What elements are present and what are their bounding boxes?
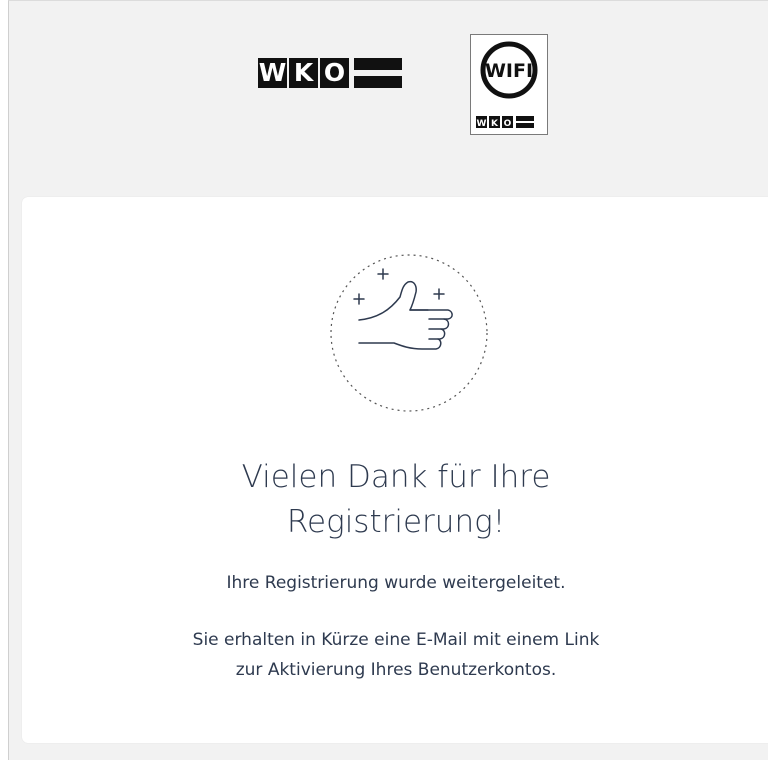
forwarded-message: Ihre Registrierung wurde weitergeleitet. <box>226 573 566 593</box>
wifi-sub-o: O <box>504 119 512 129</box>
thumbs-up-icon <box>328 252 490 414</box>
activation-info-line-2: zur Aktivierung Ihres Benutzerkontos. <box>235 660 557 680</box>
activation-info-line-1: Sie erhalten in Kürze eine E-Mail mit ei… <box>192 630 600 650</box>
title-line-2: Registrierung! <box>286 504 506 540</box>
wko-logo: W K O <box>258 55 402 91</box>
wko-letter-o: O <box>320 58 349 88</box>
wko-bars <box>354 58 402 88</box>
page-frame: W K O WIFI W K O Vielen Dank für Ihre Re… <box>8 0 768 760</box>
title-line-1: Vielen Dank für Ihre <box>241 459 551 495</box>
wifi-logo: WIFI W K O <box>470 34 548 135</box>
wifi-badge-text: WIFI <box>485 60 533 82</box>
confirmation-card: Vielen Dank für Ihre Registrierung! Ihre… <box>22 197 768 743</box>
wifi-sub-k: K <box>491 119 499 129</box>
activation-info: Sie erhalten in Kürze eine E-Mail mit ei… <box>22 625 768 685</box>
wko-letter-k: K <box>289 58 318 88</box>
page-title: Vielen Dank für Ihre Registrierung! <box>22 455 768 545</box>
wko-letter-w: W <box>258 58 287 88</box>
wifi-sub-w: W <box>477 119 487 129</box>
